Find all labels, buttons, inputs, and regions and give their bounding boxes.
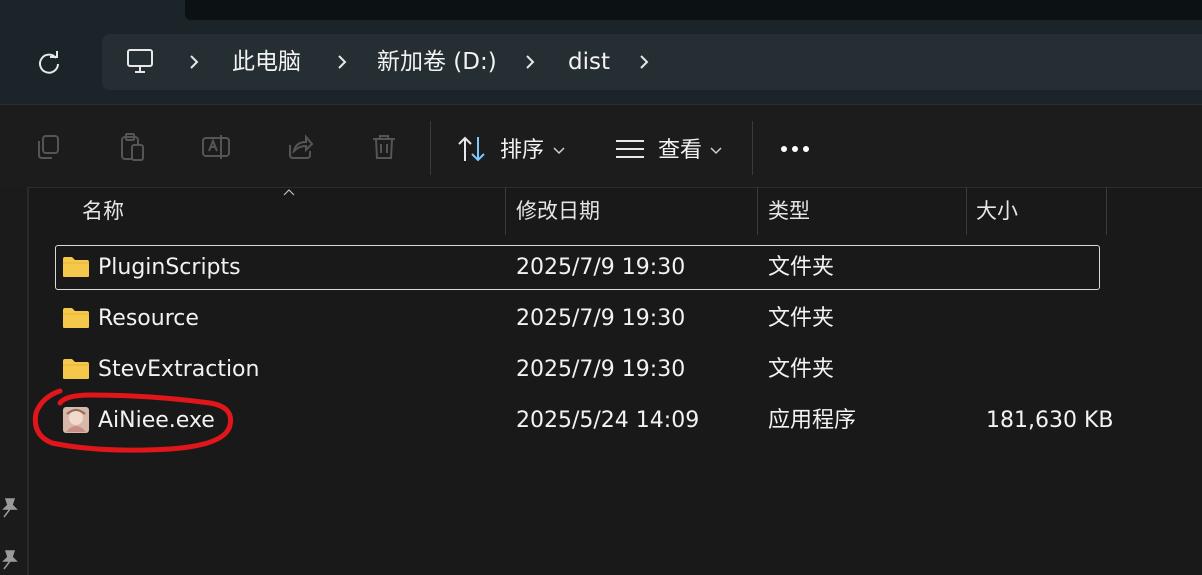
navigation-pane[interactable] [0, 187, 29, 575]
trash-icon [373, 135, 395, 159]
command-bar: 排序 查看 [0, 104, 1202, 188]
refresh-button[interactable] [26, 40, 72, 86]
rename-button[interactable] [198, 129, 234, 165]
column-divider[interactable] [505, 187, 506, 235]
view-lines-icon [616, 140, 644, 158]
view-button[interactable]: 查看 [658, 132, 702, 164]
folder-icon [63, 257, 89, 277]
toolbar-separator [752, 121, 753, 175]
rename-icon [202, 135, 230, 159]
folder-icon [63, 359, 89, 379]
copy-icon [38, 135, 59, 159]
sort-icon [458, 136, 485, 162]
chevron-down-icon[interactable] [553, 147, 565, 155]
share-button[interactable] [282, 129, 318, 165]
clipboard-icon [121, 133, 144, 161]
file-row-pluginscripts[interactable]: PluginScripts 2025/7/9 19:30 文件夹 [55, 245, 1100, 290]
app-icon [63, 407, 89, 433]
sort-button[interactable]: 排序 [500, 132, 544, 164]
sort-ascending-indicator-icon [283, 189, 295, 196]
chevron-right-icon[interactable] [336, 54, 348, 70]
column-header-name[interactable]: 名称 [82, 187, 124, 235]
navigation-bar: 此电脑 新加卷 (D:) dist [0, 0, 1202, 104]
file-name: Resource [98, 306, 199, 331]
file-name: StevExtraction [98, 357, 260, 382]
breadcrumb-dist[interactable]: dist [568, 34, 610, 90]
chevron-right-icon[interactable] [638, 54, 650, 70]
column-divider[interactable] [1106, 187, 1107, 235]
pin-icon [2, 498, 18, 518]
breadcrumb-this-pc[interactable]: 此电脑 [232, 34, 301, 90]
file-type: 应用程序 [768, 408, 857, 433]
file-row-stevextraction[interactable]: StevExtraction 2025/7/9 19:30 文件夹 [55, 347, 1100, 392]
file-row-ainiee-exe[interactable]: AiNiee.exe 2025/5/24 14:09 应用程序 181,630 … [55, 398, 1114, 443]
file-name: PluginScripts [98, 255, 241, 280]
column-header-size[interactable]: 大小 [976, 187, 1018, 235]
pin-icon [2, 550, 18, 570]
title-strip [185, 0, 1202, 20]
file-size: 181,630 KB [986, 408, 1114, 433]
column-header-type[interactable]: 类型 [768, 187, 810, 235]
file-date: 2025/7/9 19:30 [516, 357, 686, 382]
chevron-right-icon[interactable] [188, 54, 200, 70]
computer-icon [127, 49, 153, 73]
address-bar[interactable]: 此电脑 新加卷 (D:) dist [102, 34, 1202, 90]
file-type: 文件夹 [768, 255, 835, 280]
folder-icon [63, 308, 89, 328]
file-row-resource[interactable]: Resource 2025/7/9 19:30 文件夹 [55, 296, 1100, 341]
chevron-down-icon[interactable] [710, 147, 722, 155]
paste-button[interactable] [114, 129, 150, 165]
file-type: 文件夹 [768, 357, 835, 382]
file-date: 2025/7/9 19:30 [516, 255, 686, 280]
file-date: 2025/5/24 14:09 [516, 408, 700, 433]
file-type: 文件夹 [768, 306, 835, 331]
file-name: AiNiee.exe [98, 408, 215, 433]
column-header-date[interactable]: 修改日期 [516, 187, 600, 235]
more-options-icon[interactable] [780, 145, 810, 153]
column-divider[interactable] [966, 187, 967, 235]
column-divider[interactable] [757, 187, 758, 235]
share-icon [289, 134, 314, 159]
refresh-icon [39, 51, 59, 74]
breadcrumb-drive-d[interactable]: 新加卷 (D:) [377, 34, 497, 90]
column-header-row: 名称 修改日期 类型 大小 [28, 187, 1202, 235]
chevron-right-icon[interactable] [524, 54, 536, 70]
delete-button[interactable] [366, 129, 402, 165]
toolbar-separator [430, 121, 431, 175]
file-date: 2025/7/9 19:30 [516, 306, 686, 331]
copy-button[interactable] [30, 129, 66, 165]
